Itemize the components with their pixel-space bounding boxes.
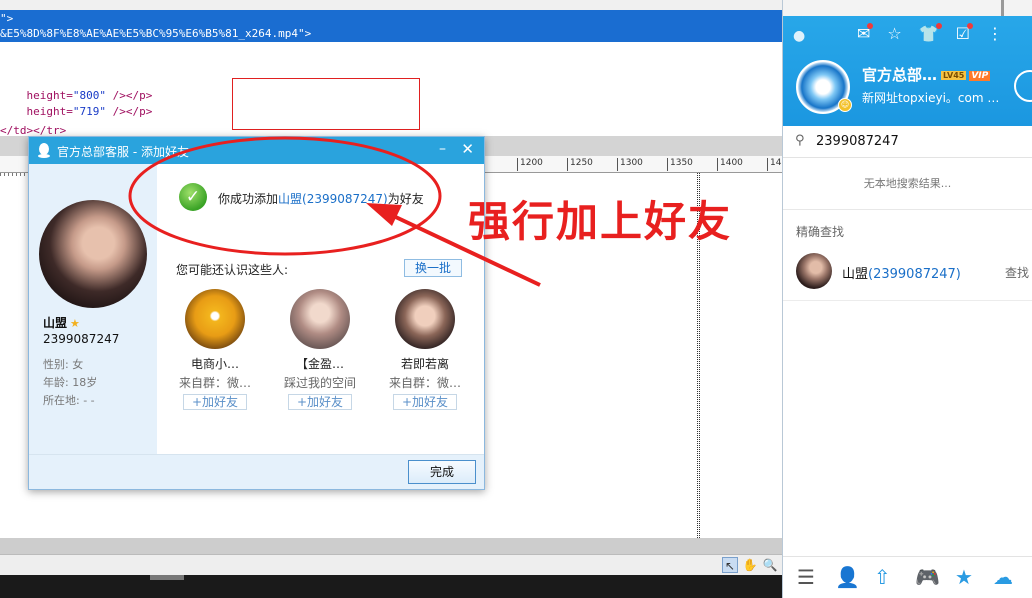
more-icon[interactable]: ⋮ <box>987 24 1003 43</box>
dialog-title-bar[interactable]: 官方总部客服 - 添加好友 – ✕ <box>29 137 484 164</box>
profile-sidebar: 山盟 ★ 2399087247 性别: 女 年龄: 18岁 所在地: - - <box>29 164 157 456</box>
shirt-icon[interactable]: 👕 <box>919 23 942 43</box>
dialog-title: 官方总部客服 - 添加好友 <box>57 145 189 159</box>
ruler-hatch <box>0 173 28 176</box>
profile-gender: 性别: 女 <box>43 358 84 371</box>
suggestion-avatar[interactable] <box>290 289 350 349</box>
no-local-results: 无本地搜索结果... <box>783 158 1032 210</box>
qq-panel-top-edge <box>782 0 1032 16</box>
suggestion-source: 来自群：微… <box>178 376 251 390</box>
red-highlight-rectangle <box>232 78 420 130</box>
menu-icon[interactable]: ☰ <box>797 565 815 589</box>
vip-badge: VIP <box>969 70 991 81</box>
level-badge: LV45 <box>941 71 967 80</box>
status-bar: ↖ ✋ 🔍 <box>0 554 782 575</box>
profile-age: 年龄: 18岁 <box>43 376 98 389</box>
zoom-tool-icon[interactable]: 🔍 <box>762 557 778 573</box>
mail-icon[interactable]: ✉ <box>857 23 874 43</box>
ruler-tick: 1200 <box>517 158 543 171</box>
qq-penguin-icon <box>38 143 50 158</box>
upload-icon[interactable]: ⇧ <box>874 565 891 589</box>
success-message: 你成功添加山盟(2399087247)为好友 <box>218 192 424 206</box>
cloud-icon[interactable]: ☁ <box>993 565 1013 589</box>
suggestion-name[interactable]: 【金盈… <box>276 355 364 372</box>
annotation-label: 强行加上好友 <box>468 197 733 246</box>
search-result-row[interactable]: 山盟(2399087247) 查找 <box>783 246 1032 301</box>
ruler-tick: 1350 <box>667 158 693 171</box>
exact-search-label: 精确查找 <box>796 225 845 239</box>
status-badge-icon: ☺ <box>838 98 852 112</box>
ruler-tick: 1250 <box>567 158 593 171</box>
added-friend-link[interactable]: 山盟(2399087247) <box>278 192 388 206</box>
suggestion-avatar[interactable] <box>395 289 455 349</box>
add-friend-button[interactable]: +加好友 <box>288 394 352 410</box>
qq-bottom-toolbar: ☰ 👤 ⇧ 🎮 ★ ☁ <box>783 556 1032 598</box>
minimize-button[interactable]: – <box>439 141 446 157</box>
profile-qq-number: 2399087247 <box>43 332 120 346</box>
suggestion-name[interactable]: 电商小… <box>171 355 259 372</box>
weather-ring-icon[interactable] <box>1014 70 1032 102</box>
suggestion-source: 踩过我的空间 <box>283 376 356 390</box>
suggestion-avatar[interactable] <box>185 289 245 349</box>
account-signature[interactable]: 新网址topxieyi。com … <box>862 89 999 106</box>
change-batch-button[interactable]: 换一批 <box>404 259 462 277</box>
star-game-icon[interactable]: ★ <box>955 565 973 589</box>
friend-avatar[interactable] <box>39 200 147 308</box>
suggestion-card: 【金盈… 踩过我的空间 +加好友 <box>276 289 364 410</box>
find-link[interactable]: 查找 <box>1005 264 1029 281</box>
search-icon: ⚲ <box>795 133 805 148</box>
star-icon: ★ <box>70 317 80 330</box>
inbox-icon[interactable]: ☑ <box>956 23 974 43</box>
ruler-tick: 1300 <box>617 158 643 171</box>
ruler-tick: 1400 <box>717 158 743 171</box>
search-value: 2399087247 <box>816 134 899 149</box>
suggestion-name[interactable]: 若即若离 <box>381 355 469 372</box>
close-button[interactable]: ✕ <box>461 140 474 158</box>
success-check-icon: ✓ <box>179 183 207 211</box>
done-button[interactable]: 完成 <box>408 460 476 484</box>
add-friend-button[interactable]: +加好友 <box>393 394 457 410</box>
qq-header: ● ✉ ☆ 👕 ☑ ⋮ ☺ 官方总部… LV45 VIP 新网址topxieyi。c… <box>783 16 1032 126</box>
profile-nickname: 山盟 ★ <box>43 316 80 330</box>
suggestion-source: 来自群：微… <box>388 376 461 390</box>
suggestion-card: 若即若离 来自群：微… +加好友 <box>381 289 469 410</box>
add-friend-dialog: 官方总部客服 - 添加好友 – ✕ 山盟 ★ 2399087247 性别: 女 年… <box>28 136 485 490</box>
dialog-footer: 完成 <box>29 454 484 489</box>
add-friend-button[interactable]: +加好友 <box>183 394 247 410</box>
taskbar-button[interactable] <box>150 575 184 580</box>
result-avatar <box>796 253 832 289</box>
game-icon[interactable]: 🎮 <box>915 565 940 589</box>
pointer-tool-icon[interactable]: ↖ <box>722 557 738 573</box>
account-name[interactable]: 官方总部… LV45 VIP <box>862 64 991 85</box>
add-contact-icon[interactable]: 👤 <box>835 565 860 589</box>
result-name: 山盟(2399087247) <box>842 267 961 282</box>
qq-main-panel: ● ✉ ☆ 👕 ☑ ⋮ ☺ 官方总部… LV45 VIP 新网址topxieyi。c… <box>782 16 1032 598</box>
design-view-bottom <box>0 538 782 554</box>
may-know-label: 您可能还认识这些人: <box>176 263 289 277</box>
header-icon-row: ✉ ☆ 👕 ☑ ⋮ <box>857 23 1003 43</box>
taskbar <box>0 575 782 598</box>
qq-logo-icon: ● <box>793 28 806 44</box>
star-icon[interactable]: ☆ <box>887 24 901 43</box>
search-input[interactable]: ⚲ 2399087247 <box>783 126 1032 158</box>
suggestion-card: 电商小… 来自群：微… +加好友 <box>171 289 259 410</box>
hand-tool-icon[interactable]: ✋ <box>742 557 758 573</box>
profile-location: 所在地: - - <box>43 394 95 407</box>
